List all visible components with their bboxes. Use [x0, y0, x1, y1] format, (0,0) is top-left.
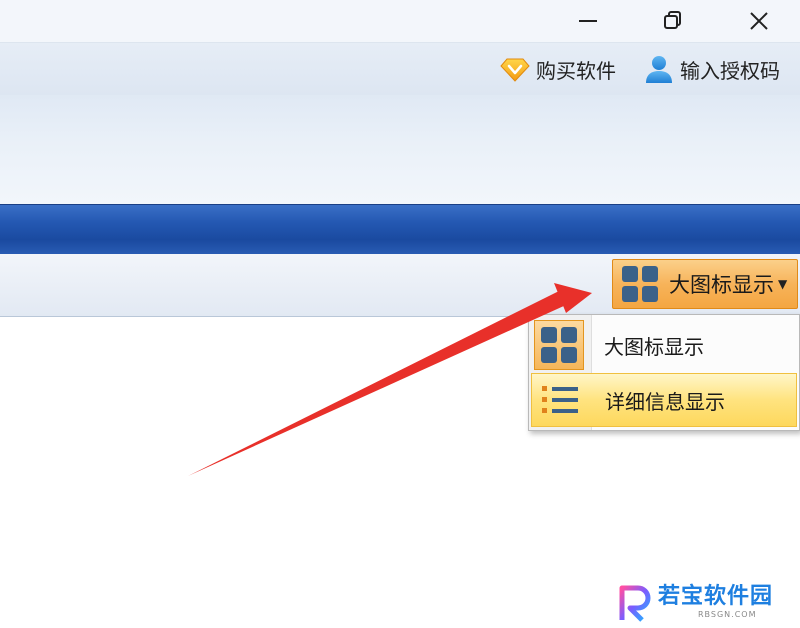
caret-down-icon: ▼ [778, 277, 788, 291]
close-icon [750, 12, 768, 30]
view-mode-dropdown-button[interactable]: 大图标显示 ▼ [612, 259, 798, 309]
menu-item-icon-box [535, 375, 585, 425]
buy-software-label: 购买软件 [536, 58, 616, 83]
title-bar [0, 0, 800, 43]
view-mode-label: 大图标显示 [669, 273, 774, 297]
watermark-logo-icon [619, 585, 651, 622]
menu-item-label: 大图标显示 [604, 334, 704, 359]
menu-item-label: 详细信息显示 [605, 389, 725, 414]
menu-item-icon-box [534, 320, 584, 370]
menu-item-details[interactable]: 详细信息显示 [531, 373, 797, 427]
minimize-button[interactable] [566, 0, 610, 42]
ribbon-tab-band [0, 204, 800, 255]
toolbar: 大图标显示 ▼ [0, 254, 800, 317]
diamond-icon [500, 58, 530, 82]
user-icon [646, 56, 672, 83]
watermark-text: 若宝软件园 [658, 584, 774, 609]
watermark-subtext: RBSGN.COM [698, 610, 757, 619]
menu-item-large-icons[interactable]: 大图标显示 [531, 318, 797, 372]
large-icons-icon [541, 327, 577, 363]
restore-icon [664, 11, 681, 29]
close-button[interactable] [737, 0, 781, 42]
watermark: 若宝软件园 RBSGN.COM [618, 584, 798, 624]
restore-button[interactable] [651, 0, 695, 42]
view-mode-menu: 大图标显示 详细信息显示 [528, 314, 800, 431]
buy-software-link[interactable]: 购买软件 [500, 53, 616, 85]
large-icons-icon [622, 266, 658, 302]
enter-license-label: 输入授权码 [680, 58, 780, 83]
details-list-icon [542, 386, 578, 413]
ribbon-area: 购买软件 输入授权码 [0, 43, 800, 204]
minimize-icon [579, 20, 597, 22]
enter-license-link[interactable]: 输入授权码 [644, 53, 780, 85]
